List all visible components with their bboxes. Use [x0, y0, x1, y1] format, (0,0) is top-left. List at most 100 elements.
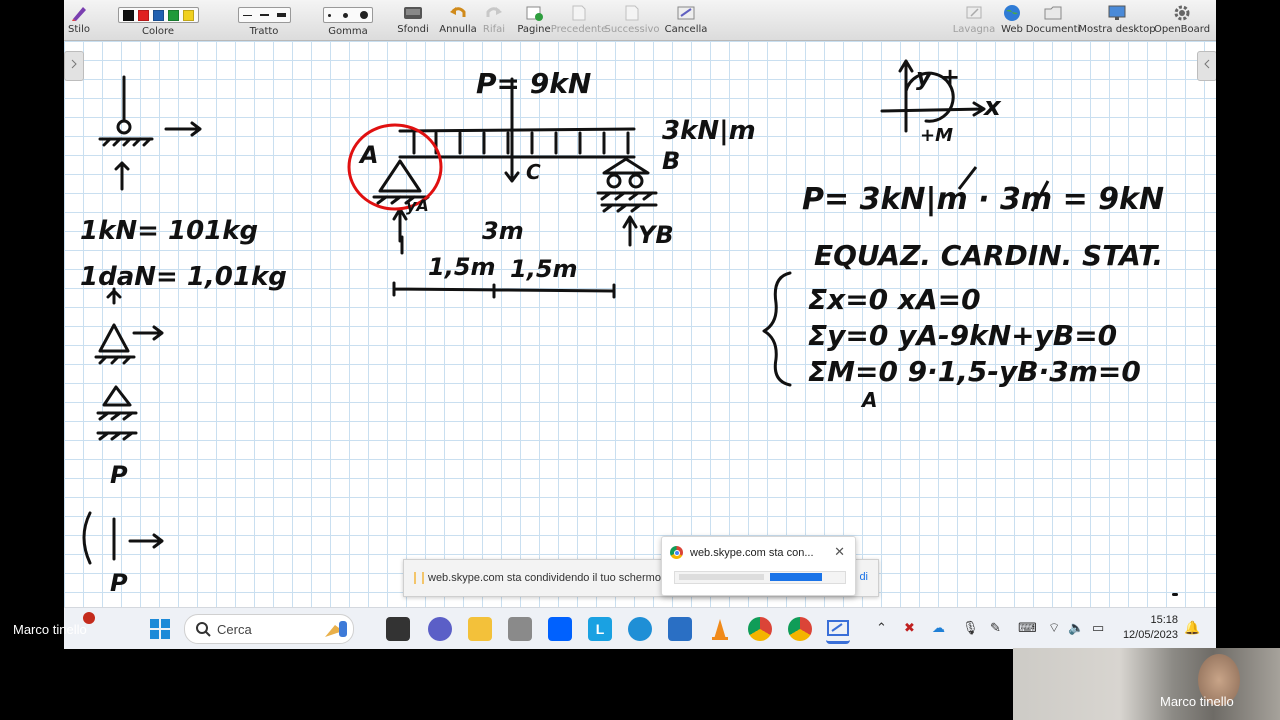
file-explorer-icon[interactable] — [468, 617, 492, 641]
eraser-label: Gomma — [328, 26, 368, 37]
clear-page-icon — [676, 2, 696, 24]
redo-button[interactable]: Rifai — [482, 2, 506, 38]
undo-button[interactable]: Annulla — [439, 2, 477, 38]
windows-logo-icon — [150, 619, 170, 639]
redo-icon — [485, 2, 503, 24]
color-palette[interactable] — [117, 7, 199, 23]
pen-tray-icon[interactable]: ✎ — [990, 620, 1001, 636]
eraser-small[interactable] — [328, 13, 331, 17]
stylus-tool[interactable]: Stilo — [68, 2, 90, 38]
ink-eq-3-subscript: A — [860, 388, 877, 412]
pause-icon — [414, 572, 424, 584]
openboard-toolbar: Stilo Colore Tratto Gomma Sfondi Annulla — [64, 0, 1216, 41]
stroke-options[interactable] — [237, 7, 291, 23]
clock-date[interactable]: 12/05/2023 — [1123, 629, 1178, 641]
ink-half1-label: 1,5m — [428, 253, 496, 281]
stroke-medium[interactable] — [259, 14, 269, 16]
search-highlight-icon — [325, 621, 347, 637]
next-page-button[interactable]: Successivo — [604, 2, 660, 38]
taskbar-search[interactable]: Cerca — [184, 614, 354, 644]
ink-eq-p: P= 3kN|m · 3m = 9kN — [802, 182, 1164, 217]
whiteboard-canvas[interactable]: P= 9kN 3kN|m A B C yA YB 3m 1,5m 1,5m 1k… — [64, 41, 1216, 607]
mail-icon[interactable] — [668, 617, 692, 641]
toast-title: web.skype.com sta con... — [690, 547, 814, 559]
color-swatch-4[interactable] — [182, 9, 194, 21]
chrome-taskbar-icon[interactable] — [748, 617, 772, 641]
self-video-preview[interactable] — [1013, 648, 1280, 720]
color-swatch-1[interactable] — [137, 9, 149, 21]
show-desktop-button[interactable]: Mostra desktop — [1078, 2, 1156, 38]
close-icon[interactable]: ✕ — [834, 544, 845, 560]
chat-app-icon[interactable] — [428, 617, 452, 641]
clear-label: Cancella — [664, 24, 708, 35]
board-mode-button[interactable]: Lavagna — [953, 2, 995, 38]
stroke-thick[interactable] — [276, 13, 286, 17]
dropbox-icon[interactable] — [548, 617, 572, 641]
microphone-icon[interactable]: 🎙 — [962, 620, 979, 636]
keyboard-tray-icon[interactable]: ⌨ — [1018, 620, 1037, 636]
ink-arrow-right-3 — [128, 533, 164, 549]
ink-span-label: 3m — [482, 217, 524, 245]
color-swatch-2[interactable] — [152, 9, 164, 21]
pages-button[interactable]: Pagine — [517, 2, 551, 38]
eraser-large[interactable] — [360, 11, 368, 19]
onedrive-icon[interactable]: ☁ — [932, 620, 945, 636]
ink-eq-title: EQUAZ. CARDIN. STAT. — [814, 239, 1163, 272]
start-button[interactable] — [148, 617, 172, 641]
openboard-menu-button[interactable]: OpenBoard — [1154, 2, 1210, 38]
clock-time[interactable]: 15:18 — [1150, 614, 1178, 626]
ink-conversion-2: 1daN= 1,01kg — [80, 262, 287, 292]
gear-icon — [1173, 2, 1191, 24]
taskview-app-icon[interactable] — [386, 617, 410, 641]
eraser-size-picker[interactable]: Gomma — [314, 2, 382, 38]
clear-button[interactable]: Cancella — [664, 2, 708, 38]
ink-system-brace — [762, 271, 792, 387]
notification-bell-icon[interactable]: 🔔 — [1184, 620, 1200, 636]
toast-stop-button[interactable] — [770, 573, 822, 581]
pen-icon — [70, 2, 88, 24]
toast-preview — [674, 571, 846, 584]
ink-fixed-bracket — [82, 511, 92, 565]
previous-page-button[interactable]: Precedente — [551, 2, 607, 38]
wifi-icon[interactable]: ⌔ — [1048, 620, 1060, 636]
ink-ya-label: yA — [406, 196, 429, 215]
ink-roller-b1 — [606, 173, 622, 189]
ink-p-label-1: P — [110, 461, 128, 489]
eraser-medium[interactable] — [343, 12, 348, 18]
battery-icon[interactable]: ▭ — [1092, 620, 1104, 636]
color-label: Colore — [141, 26, 175, 37]
camera-app-icon[interactable] — [508, 617, 532, 641]
backgrounds-label: Sfondi — [397, 24, 429, 35]
documents-button[interactable]: Documenti — [1026, 2, 1080, 38]
eraser-options[interactable] — [323, 7, 373, 23]
ink-arrow-right-2 — [132, 325, 164, 341]
edge-like-icon[interactable] — [628, 617, 652, 641]
chrome-icon — [670, 546, 683, 559]
stroke-width-picker[interactable]: Tratto — [230, 2, 298, 38]
ink-label-b: B — [662, 147, 680, 175]
search-placeholder: Cerca — [217, 622, 252, 637]
ink-support-a — [378, 159, 422, 193]
stroke-thin[interactable] — [242, 14, 252, 16]
show-desktop-label: Mostra desktop — [1078, 24, 1156, 35]
ink-axis-y-label: y + — [916, 63, 960, 91]
chrome-profile-icon[interactable] — [788, 617, 812, 641]
vlc-icon[interactable] — [708, 617, 732, 641]
color-swatch-0[interactable] — [122, 9, 134, 21]
ink-roller — [116, 119, 132, 135]
chevron-up-icon[interactable]: ⌃ — [876, 620, 887, 636]
ink-yb-arrow — [622, 215, 638, 247]
ink-load-label: P= 9kN — [476, 67, 591, 100]
undo-label: Annulla — [439, 24, 477, 35]
l-app-icon[interactable]: L — [588, 617, 612, 641]
hide-share-link[interactable]: di — [859, 571, 868, 583]
color-swatch-3[interactable] — [167, 9, 179, 21]
web-button[interactable]: Web — [998, 2, 1026, 38]
ink-dot — [1172, 593, 1178, 596]
openboard-taskbar-icon[interactable] — [826, 617, 850, 644]
volume-icon[interactable]: 🔈 — [1068, 620, 1084, 636]
app-tray-icon[interactable]: ✖ — [904, 620, 915, 636]
color-picker[interactable]: Colore — [102, 2, 214, 38]
backgrounds-button[interactable]: Sfondi — [396, 2, 430, 38]
ink-arrow-up — [114, 161, 130, 191]
